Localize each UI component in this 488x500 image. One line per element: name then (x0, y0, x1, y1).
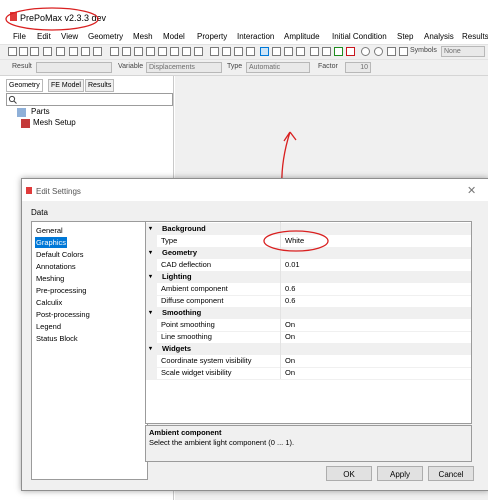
annotation-circle-white (263, 230, 329, 252)
annotation-overlay-dialog (263, 230, 329, 252)
